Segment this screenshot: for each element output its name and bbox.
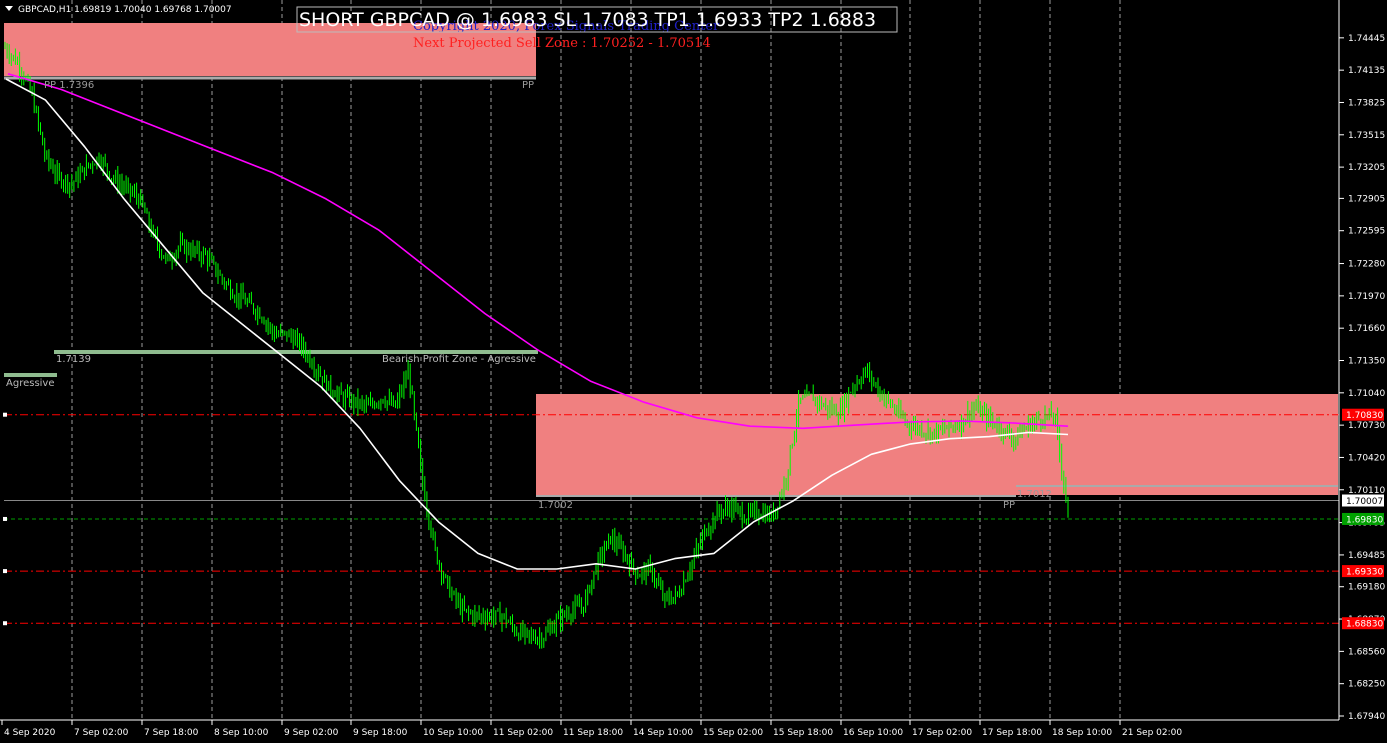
level-marker xyxy=(3,621,7,626)
level-marker xyxy=(3,569,7,574)
y-tick-label: 1.72280 xyxy=(1348,260,1385,270)
sell-zone-right xyxy=(536,394,1338,495)
agressive-label: Agressive xyxy=(6,378,55,389)
price-badge-label-tp1: 1.69330 xyxy=(1346,568,1383,578)
y-tick-label: 1.70110 xyxy=(1348,486,1385,496)
y-tick-label: 1.70730 xyxy=(1348,421,1385,431)
x-tick-label: 11 Sep 02:00 xyxy=(493,728,553,738)
x-tick-label: 18 Sep 10:00 xyxy=(1052,728,1112,738)
pp-mid-left-label: 1.7002 xyxy=(538,500,573,511)
x-tick-label: 9 Sep 18:00 xyxy=(353,728,408,738)
y-tick-label: 1.71660 xyxy=(1348,324,1385,334)
pp-mid-right-level-label: 1.7012 xyxy=(1017,489,1052,500)
y-tick-label: 1.74445 xyxy=(1348,34,1385,44)
projected-zone-label: Next Projected Sell Zone : 1.70252 - 1.7… xyxy=(413,36,711,51)
x-tick-label: 8 Sep 10:00 xyxy=(214,728,269,738)
y-tick-label: 1.69485 xyxy=(1348,551,1385,561)
axis-panel xyxy=(1339,0,1387,743)
x-tick-label: 17 Sep 02:00 xyxy=(912,728,972,738)
x-tick-label: 21 Sep 02:00 xyxy=(1122,728,1182,738)
y-tick-label: 1.68560 xyxy=(1348,647,1385,657)
y-tick-label: 1.67940 xyxy=(1348,712,1385,722)
profit-level-label: 1.7139 xyxy=(56,354,91,365)
x-tick-label: 14 Sep 10:00 xyxy=(633,728,693,738)
pp-top-left-label: PP 1.7396 xyxy=(44,80,94,91)
y-tick-label: 1.69180 xyxy=(1348,583,1385,593)
y-tick-label: 1.71350 xyxy=(1348,357,1385,367)
signal-title: SHORT GBPCAD @ 1.6983 SL 1.7083 TP1 1.69… xyxy=(299,9,876,31)
x-tick-label: 7 Sep 18:00 xyxy=(144,728,199,738)
price-badge-label-tp2: 1.68830 xyxy=(1346,620,1383,630)
price-badge-label-entry: 1.69830 xyxy=(1346,515,1383,525)
y-tick-label: 1.72595 xyxy=(1348,227,1385,237)
y-tick-label: 1.73825 xyxy=(1348,98,1385,108)
profit-zone-label: Bearish Profit Zone - Agressive xyxy=(382,354,536,365)
y-tick-label: 1.73205 xyxy=(1348,163,1385,173)
y-tick-label: 1.71970 xyxy=(1348,292,1385,302)
x-tick-label: 10 Sep 10:00 xyxy=(423,728,483,738)
y-tick-label: 1.74135 xyxy=(1348,66,1385,76)
x-tick-label: 11 Sep 18:00 xyxy=(563,728,623,738)
level-marker xyxy=(3,412,7,417)
pp-mid-right-label: PP xyxy=(1003,500,1015,511)
y-tick-label: 1.71040 xyxy=(1348,389,1385,399)
y-tick-label: 1.73515 xyxy=(1348,131,1385,141)
y-tick-label: 1.70420 xyxy=(1348,453,1385,463)
price-chart[interactable]: PP 1.7396 PP 1.7139 Bearish Profit Zone … xyxy=(0,0,1387,743)
x-tick-label: 7 Sep 02:00 xyxy=(74,728,129,738)
x-tick-label: 4 Sep 2020 xyxy=(4,728,56,738)
price-badge-label-current: 1.70007 xyxy=(1346,497,1383,507)
price-badge-label-stop_loss: 1.70830 xyxy=(1346,411,1383,421)
level-marker xyxy=(3,516,7,521)
x-tick-label: 17 Sep 18:00 xyxy=(982,728,1042,738)
pp-top-right-label: PP xyxy=(522,80,534,91)
plot-background xyxy=(0,0,1387,743)
x-tick-label: 15 Sep 18:00 xyxy=(773,728,833,738)
y-tick-label: 1.72905 xyxy=(1348,194,1385,204)
x-tick-label: 16 Sep 10:00 xyxy=(843,728,903,738)
x-tick-label: 9 Sep 02:00 xyxy=(284,728,339,738)
y-tick-label: 1.68250 xyxy=(1348,680,1385,690)
symbol-info: GBPCAD,H1 1.69819 1.70040 1.69768 1.7000… xyxy=(18,5,232,15)
x-tick-label: 15 Sep 02:00 xyxy=(703,728,763,738)
